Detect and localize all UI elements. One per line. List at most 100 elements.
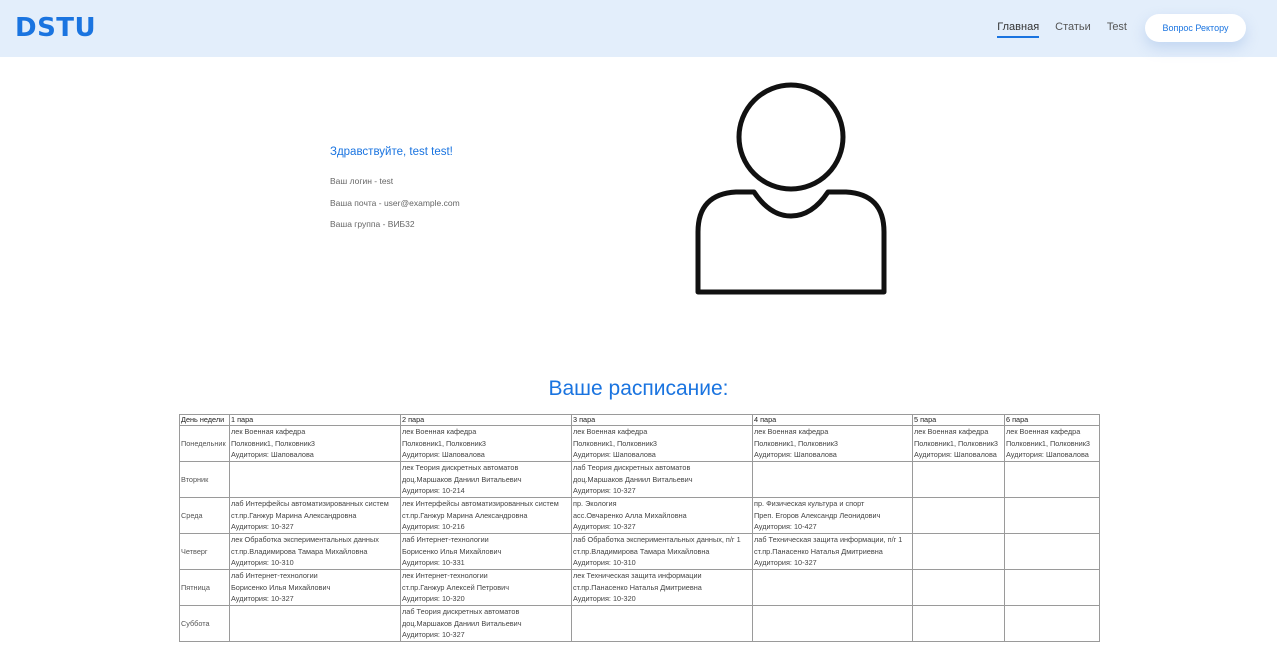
nav-link-home[interactable]: Главная	[997, 21, 1040, 38]
table-row: Вторник лек Теория дискретных автоматов до…	[179, 461, 1100, 498]
lesson-line: лек Теория дискретных автоматов	[402, 463, 519, 473]
login-info: Ваш логин - test	[330, 176, 394, 186]
table-row: Понедельник лек Военная кафедра Полковник1…	[179, 425, 1100, 462]
lesson-line: лаб Интерфейсы автоматизированных систем	[231, 499, 389, 509]
lesson-line: ст.пр.Владимирова Тамара Михайловна	[573, 546, 710, 556]
lesson-cell	[229, 605, 401, 642]
day-cell: Пятница	[179, 569, 230, 606]
lesson-line: Аудитория: 10-331	[402, 558, 465, 568]
lesson-cell: лек Военная кафедра Полковник1, Полковник…	[229, 425, 401, 462]
lesson-line: Преп. Егоров Александр Леонидович	[754, 510, 881, 520]
lesson-cell	[1004, 497, 1100, 534]
lesson-cell: лек Интерфейсы автоматизированных систем…	[400, 497, 572, 534]
lesson-line: Аудитория: 10-310	[573, 558, 636, 568]
lesson-line: лаб Обработка экспериментальных данных, …	[573, 535, 741, 545]
lesson-line: Полковник1, Полковник3	[754, 438, 838, 448]
lesson-cell	[229, 461, 401, 498]
lesson-cell: лаб Теория дискретных автоматов доц.Марша…	[400, 605, 572, 642]
lesson-line: лек Техническая защита информации	[573, 571, 702, 581]
greeting: Здравствуйте, test test!	[330, 146, 453, 158]
lesson-line: ст.пр.Ганжур Марина Александровна	[402, 510, 528, 520]
lesson-line: лек Военная кафедра	[754, 427, 829, 437]
lesson-line: Полковник1, Полковник3	[1006, 438, 1090, 448]
lesson-line: Аудитория: 10-427	[754, 522, 817, 532]
table-row: Среда лаб Интерфейсы автоматизированных с…	[179, 497, 1100, 534]
lesson-cell	[1004, 461, 1100, 498]
lesson-line: лек Интерфейсы автоматизированных систем	[402, 499, 559, 509]
lesson-cell: пр. Физическая культура и спорт Преп. Его…	[752, 497, 913, 534]
lesson-cell: лек Интернет-технологии ст.пр.Ганжур Алек…	[400, 569, 572, 606]
lesson-cell: лек Военная кафедра Полковник1, Полковник…	[400, 425, 572, 462]
lesson-line: Аудитория: 10-216	[402, 522, 465, 532]
lesson-cell: лек Военная кафедра Полковник1, Полковник…	[1004, 425, 1100, 462]
table-row: Четверг лек Обработка экспериментальных д…	[179, 533, 1100, 570]
group-info: Ваша группа - ВИБ32	[330, 219, 415, 229]
schedule-table: День недели 1 пара 2 пара 3 пара 4 пара 5 пар…	[179, 414, 1100, 642]
lesson-line: лек Военная кафедра	[1006, 427, 1081, 437]
site-logo[interactable]: DSTU	[15, 13, 96, 43]
lesson-cell	[752, 461, 913, 498]
lesson-line: лаб Техническая защита информации, п/г 1	[754, 535, 903, 545]
lesson-line: лек Интернет-технологии	[402, 571, 488, 581]
lesson-line: Аудитория: 10-327	[754, 558, 817, 568]
lesson-line: лек Военная кафедра	[231, 427, 306, 437]
lesson-line: Аудитория: 10-327	[231, 522, 294, 532]
lesson-line: Полковник1, Полковник3	[231, 438, 315, 448]
lesson-cell: лек Военная кафедра Полковник1, Полковник…	[752, 425, 913, 462]
lesson-line: ст.пр.Владимирова Тамара Михайловна	[231, 546, 368, 556]
lesson-cell	[1004, 533, 1100, 570]
schedule-body: Понедельник лек Военная кафедра Полковник1…	[179, 425, 1100, 642]
schedule-header-row: День недели 1 пара 2 пара 3 пара 4 пара 5 пар…	[179, 414, 1100, 426]
lesson-cell	[571, 605, 753, 642]
lesson-line: Аудитория: 10-327	[402, 630, 465, 640]
nav-link-test[interactable]: Test	[1107, 21, 1127, 38]
lesson-line: Аудитория: Шаповалова	[1006, 450, 1089, 460]
lesson-line: Аудитория: Шаповалова	[231, 450, 314, 460]
lesson-cell	[912, 497, 1005, 534]
lesson-cell: лаб Интернет-технологии Борисенко Илья Ми…	[229, 569, 401, 606]
lesson-line: Аудитория: Шаповалова	[914, 450, 997, 460]
lesson-cell: лек Военная кафедра Полковник1, Полковник…	[912, 425, 1005, 462]
lesson-line: Аудитория: 10-320	[573, 594, 636, 604]
lesson-cell: лаб Техническая защита информации, п/г 1…	[752, 533, 913, 570]
lesson-line: Аудитория: Шаповалова	[573, 450, 656, 460]
lesson-line: Борисенко Илья Михайлович	[402, 546, 502, 556]
lesson-cell: лек Техническая защита информации ст.пр.П…	[571, 569, 753, 606]
email-info: Ваша почта - user@example.com	[330, 198, 460, 208]
lesson-line: Аудитория: 10-327	[573, 522, 636, 532]
lesson-cell: лек Военная кафедра Полковник1, Полковник…	[571, 425, 753, 462]
lesson-line: ст.пр.Панасенко Наталья Дмитриевна	[573, 582, 702, 592]
column-header-pair-1: 1 пара	[229, 414, 401, 426]
table-row: Пятница лаб Интернет-технологии Борисенко …	[179, 569, 1100, 606]
day-cell: Суббота	[179, 605, 230, 642]
lesson-line: пр. Экология	[573, 499, 617, 509]
lesson-line: Аудитория: 10-310	[231, 558, 294, 568]
column-header-pair-5: 5 пара	[912, 414, 1005, 426]
lesson-line: Полковник1, Полковник3	[914, 438, 998, 448]
ask-rector-button[interactable]: Вопрос Ректору	[1145, 14, 1246, 42]
lesson-line: ст.пр.Панасенко Наталья Дмитриевна	[754, 546, 883, 556]
column-header-day: День недели	[179, 414, 230, 426]
lesson-line: доц.Маршаков Даниил Витальевич	[402, 618, 522, 628]
lesson-cell: лаб Интернет-технологии Борисенко Илья Ми…	[400, 533, 572, 570]
lesson-line: лек Обработка экспериментальных данных	[231, 535, 379, 545]
column-header-pair-4: 4 пара	[752, 414, 913, 426]
lesson-line: Полковник1, Полковник3	[573, 438, 657, 448]
lesson-cell: лек Теория дискретных автоматов доц.Марша…	[400, 461, 572, 498]
lesson-cell	[1004, 605, 1100, 642]
lesson-line: лаб Теория дискретных автоматов	[402, 607, 520, 617]
lesson-cell	[752, 569, 913, 606]
lesson-cell: пр. Экология асс.Овчаренко Алла Михайловн…	[571, 497, 753, 534]
column-header-pair-6: 6 пара	[1004, 414, 1100, 426]
lesson-line: Борисенко Илья Михайлович	[231, 582, 331, 592]
day-cell: Понедельник	[179, 425, 230, 462]
column-header-pair-3: 3 пара	[571, 414, 753, 426]
day-cell: Вторник	[179, 461, 230, 498]
table-row: Суббота лаб Теория дискретных автоматов до…	[179, 605, 1100, 642]
lesson-line: пр. Физическая культура и спорт	[754, 499, 865, 509]
column-header-pair-2: 2 пара	[400, 414, 572, 426]
nav-link-articles[interactable]: Статьи	[1055, 21, 1091, 38]
lesson-line: лаб Интернет-технологии	[231, 571, 318, 581]
lesson-cell	[912, 605, 1005, 642]
lesson-line: Аудитория: Шаповалова	[402, 450, 485, 460]
